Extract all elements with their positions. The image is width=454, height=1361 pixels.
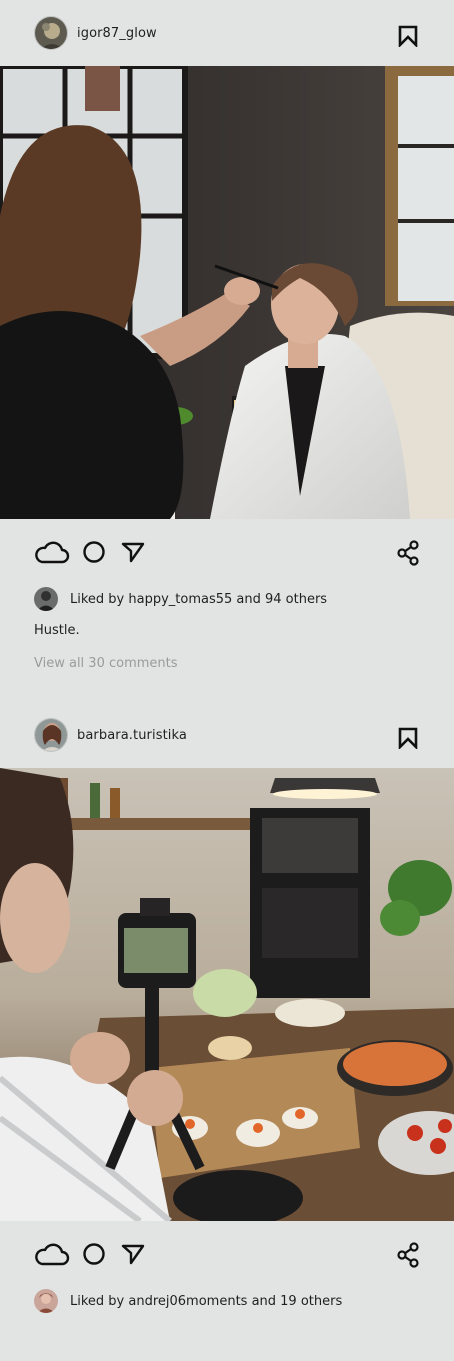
cloud-icon[interactable] [34,1241,70,1267]
cloud-icon[interactable] [34,539,70,565]
circle-icon[interactable] [82,1242,106,1266]
post-caption: Hustle. [34,623,80,638]
post-1: igor87_glow Liked by happy_tomas55 and 9… [0,0,454,674]
send-icon[interactable] [120,540,146,564]
post-photo[interactable] [0,768,454,1221]
avatar[interactable] [34,16,68,50]
liker-avatar[interactable] [34,1289,58,1313]
liked-by-text[interactable]: Liked by happy_tomas55 and 94 others [70,592,327,607]
post-header: igor87_glow [0,0,454,66]
circle-icon[interactable] [82,540,106,564]
bookmark-icon[interactable] [398,726,418,750]
likes-row: Liked by andrej06moments and 19 others [0,1287,454,1315]
post-photo[interactable] [0,66,454,519]
avatar[interactable] [34,718,68,752]
liked-by-text[interactable]: Liked by andrej06moments and 19 others [70,1294,342,1309]
bookmark-icon[interactable] [398,24,418,48]
username[interactable]: barbara.turistika [77,728,187,743]
share-icon[interactable] [396,540,420,566]
liker-avatar[interactable] [34,587,58,611]
username[interactable]: igor87_glow [77,26,157,41]
likes-row: Liked by happy_tomas55 and 94 others [0,585,454,613]
view-comments-link[interactable]: View all 30 comments [0,654,454,674]
post-photo-image [0,66,454,519]
post-actions [0,519,454,585]
post-header: barbara.turistika [0,702,454,768]
send-icon[interactable] [120,1242,146,1266]
post-photo-image [0,768,454,1221]
share-icon[interactable] [396,1242,420,1268]
post-actions [0,1221,454,1287]
post-2: barbara.turistika Liked by andrej06momen… [0,702,454,1315]
